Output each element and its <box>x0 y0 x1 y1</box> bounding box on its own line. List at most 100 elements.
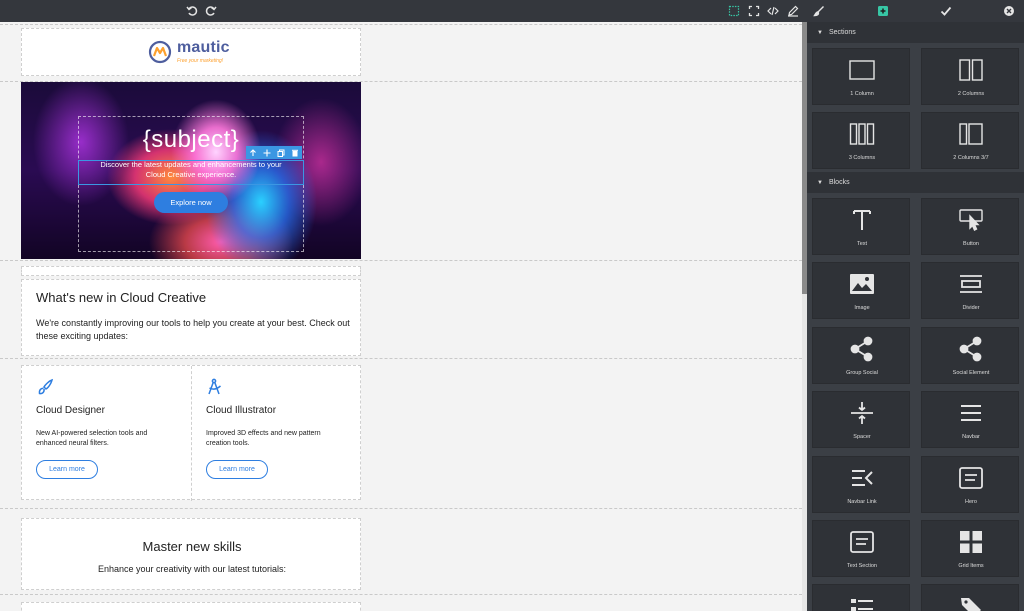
learn-more-button[interactable]: Learn more <box>36 460 98 479</box>
caret-down-icon: ▼ <box>817 29 823 36</box>
whats-new-section[interactable]: What's new in Cloud Creative We're const… <box>21 279 361 356</box>
caret-down-icon: ▼ <box>817 179 823 186</box>
spacer-icon <box>851 402 873 424</box>
row-divider <box>0 358 802 359</box>
block-button[interactable]: Button <box>921 198 1019 255</box>
menu-icon <box>961 405 981 421</box>
tile-label: Navbar <box>962 434 980 440</box>
tile-label: Spacer <box>853 434 871 440</box>
block-grid-items[interactable]: Grid Items <box>921 520 1019 577</box>
row-divider <box>0 508 802 509</box>
column-body[interactable]: Improved 3D effects and new pattern crea… <box>206 429 341 449</box>
logo-section[interactable]: mautic Free your marketing! <box>21 28 361 76</box>
column-title[interactable]: Cloud Illustrator <box>206 405 276 416</box>
logo-name: mautic <box>177 39 230 56</box>
block-social-element[interactable]: Social Element <box>921 327 1019 384</box>
block-image[interactable]: Image <box>812 262 910 319</box>
mautic-logo: mautic Free your marketing! <box>148 39 230 64</box>
next-section[interactable] <box>21 602 361 611</box>
tag-icon <box>961 598 981 611</box>
style-manager-icon[interactable] <box>811 3 827 19</box>
explore-now-button[interactable]: Explore now <box>154 192 228 213</box>
row-divider <box>0 24 802 25</box>
whats-new-title[interactable]: What's new in Cloud Creative <box>36 290 206 305</box>
skills-title[interactable]: Master new skills <box>22 539 362 554</box>
blocks-title: Blocks <box>828 179 850 186</box>
section-1-column[interactable]: 1 Column <box>812 48 910 105</box>
one-column-icon <box>849 60 875 80</box>
block-text[interactable]: Text <box>812 198 910 255</box>
learn-more-button[interactable]: Learn more <box>206 460 268 479</box>
column-body[interactable]: New AI-powered selection tools and enhan… <box>36 429 171 449</box>
copy-icon[interactable] <box>274 146 288 159</box>
delete-icon[interactable] <box>288 146 302 159</box>
hero-description[interactable]: Discover the latest updates and enhancem… <box>93 160 289 180</box>
close-icon[interactable] <box>1001 3 1017 19</box>
block-list-items[interactable] <box>812 584 910 611</box>
tile-label: Text <box>856 241 868 247</box>
sw-visibility-icon[interactable] <box>726 3 742 19</box>
two-columns-icon <box>959 59 983 81</box>
sections-title: Sections <box>828 29 856 36</box>
edit-icon[interactable] <box>785 3 801 19</box>
logo-tagline: Free your marketing! <box>177 58 224 64</box>
skills-section[interactable]: Master new skills Enhance your creativit… <box>21 518 361 590</box>
block-text-section[interactable]: Text Section <box>812 520 910 577</box>
block-hero[interactable]: Hero <box>921 456 1019 513</box>
block-spacer[interactable]: Spacer <box>812 391 910 448</box>
block-navbar-link[interactable]: Navbar Link <box>812 456 910 513</box>
tile-label: 2 Columns <box>957 91 985 97</box>
spacer-block[interactable] <box>21 266 361 276</box>
button-click-icon <box>959 209 983 231</box>
block-manager-icon[interactable] <box>875 3 891 19</box>
tile-label: Divider <box>962 305 980 311</box>
three-columns-icon <box>849 123 875 145</box>
tile-label: Grid Items <box>958 563 984 569</box>
tile-label: Text Section <box>847 563 877 569</box>
row-divider <box>0 594 802 595</box>
paintbrush-icon <box>38 378 54 395</box>
hero-title[interactable]: {subject} <box>21 126 361 154</box>
move-icon[interactable] <box>260 146 274 159</box>
image-icon <box>850 274 874 294</box>
grid-icon <box>960 531 982 553</box>
two-columns-3-7-icon <box>959 123 983 145</box>
share-icon <box>959 336 982 362</box>
redo-icon[interactable] <box>203 3 219 19</box>
hero-section[interactable]: {subject} Discover the latest updates an… <box>21 82 361 259</box>
product-columns[interactable]: Cloud Designer New AI-powered selection … <box>21 365 362 501</box>
section-2-columns[interactable]: 2 Columns <box>921 48 1019 105</box>
fullscreen-icon[interactable] <box>746 3 762 19</box>
block-navbar[interactable]: Navbar <box>921 391 1019 448</box>
hero-icon <box>959 467 983 489</box>
tile-label: Group Social <box>846 370 878 376</box>
navbar-link-icon <box>852 470 873 486</box>
editor-toolbar <box>0 0 1024 22</box>
component-toolbar <box>246 146 302 159</box>
block-manager-panel: ▼ Sections 1 Column 2 Columns 3 Columns … <box>807 22 1024 611</box>
section-2-columns-3-7[interactable]: 2 Columns 3/7 <box>921 112 1019 169</box>
settings-icon[interactable] <box>938 3 954 19</box>
compass-pen-icon <box>208 378 221 395</box>
column-cloud-illustrator[interactable]: Cloud Illustrator Improved 3D effects an… <box>192 366 362 501</box>
whats-new-body[interactable]: We're constantly improving our tools to … <box>36 317 351 343</box>
select-parent-icon[interactable] <box>246 146 260 159</box>
sections-category-header[interactable]: ▼ Sections <box>807 22 1024 43</box>
column-cloud-designer[interactable]: Cloud Designer New AI-powered selection … <box>22 366 192 501</box>
code-icon[interactable] <box>765 3 781 19</box>
divider-icon <box>960 275 982 293</box>
text-icon <box>853 210 871 230</box>
tile-label: Button <box>963 241 979 247</box>
column-title[interactable]: Cloud Designer <box>36 405 105 416</box>
section-3-columns[interactable]: 3 Columns <box>812 112 910 169</box>
email-canvas[interactable]: mautic Free your marketing! {subject} Di… <box>0 22 802 611</box>
skills-body[interactable]: Enhance your creativity with our latest … <box>22 564 362 574</box>
undo-icon[interactable] <box>184 3 200 19</box>
tile-label: Hero <box>965 499 977 505</box>
tile-label: Image <box>854 305 870 311</box>
row-divider <box>0 260 802 261</box>
blocks-category-header[interactable]: ▼ Blocks <box>807 172 1024 193</box>
block-tag[interactable] <box>921 584 1019 611</box>
block-divider[interactable]: Divider <box>921 262 1019 319</box>
block-group-social[interactable]: Group Social <box>812 327 910 384</box>
